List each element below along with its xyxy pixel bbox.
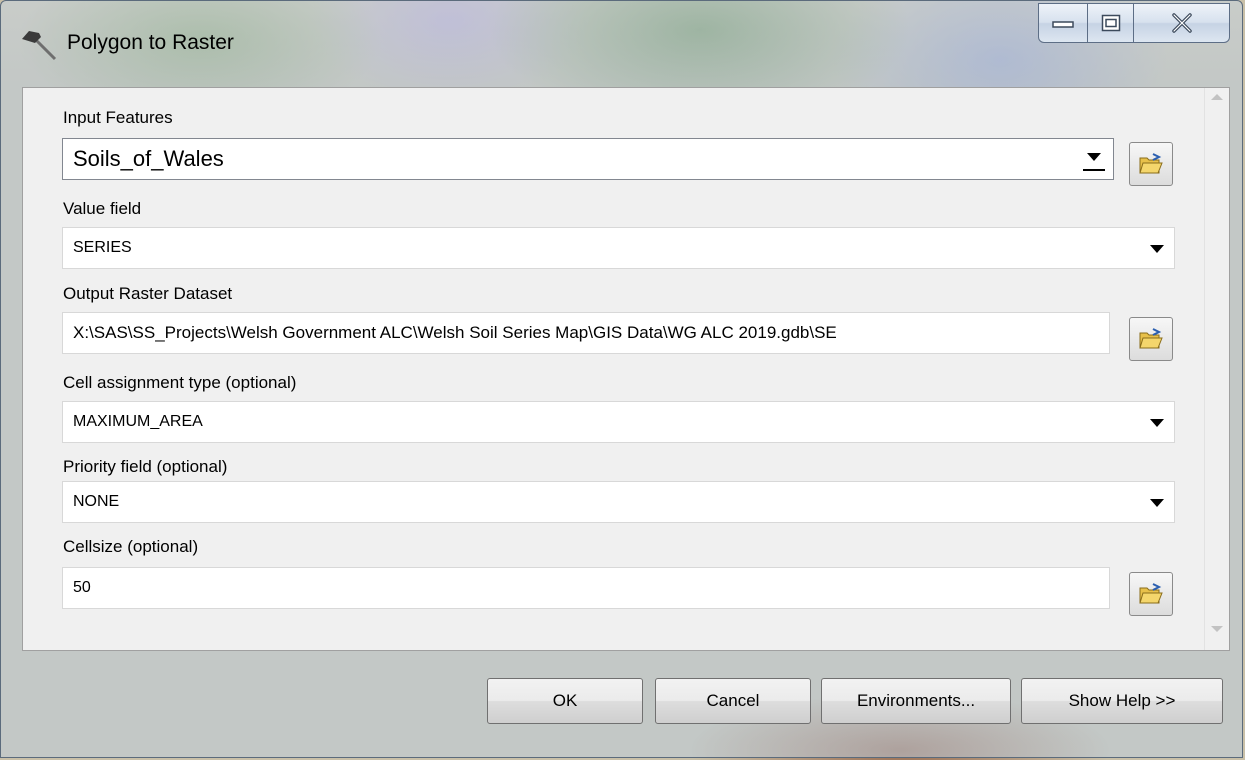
input-features-label: Input Features bbox=[63, 108, 173, 127]
chevron-down-icon bbox=[1150, 245, 1164, 253]
minimize-icon bbox=[1052, 21, 1074, 28]
scroll-up-icon[interactable] bbox=[1211, 94, 1223, 100]
chevron-down-icon bbox=[1150, 499, 1164, 507]
input-features-value: Soils_of_Wales bbox=[73, 146, 224, 171]
cell-assignment-label: Cell assignment type (optional) bbox=[63, 373, 297, 392]
cell-assignment-value: MAXIMUM_AREA bbox=[73, 413, 203, 430]
dialog-footer: OK Cancel Environments... Show Help >> bbox=[22, 651, 1230, 746]
ok-button[interactable]: OK bbox=[487, 678, 643, 724]
priority-field-label: Priority field (optional) bbox=[63, 457, 228, 476]
title-bar[interactable]: Polygon to Raster bbox=[1, 1, 1242, 87]
hammer-icon bbox=[19, 27, 59, 61]
maximize-button[interactable] bbox=[1088, 3, 1134, 43]
cancel-button[interactable]: Cancel bbox=[655, 678, 811, 724]
cellsize-browse-button[interactable] bbox=[1129, 572, 1173, 616]
value-field-label: Value field bbox=[63, 199, 142, 218]
value-field-value: SERIES bbox=[73, 239, 132, 256]
chevron-down-icon bbox=[1150, 419, 1164, 427]
output-raster-input[interactable]: X:\SAS\SS_Projects\Welsh Government ALC\… bbox=[62, 312, 1110, 354]
open-folder-icon bbox=[1139, 153, 1163, 174]
minimize-button[interactable] bbox=[1038, 3, 1088, 43]
maximize-icon bbox=[1101, 14, 1120, 32]
cell-assignment-dropdown[interactable]: MAXIMUM_AREA bbox=[62, 401, 1175, 443]
output-raster-browse-button[interactable] bbox=[1129, 317, 1173, 361]
open-folder-icon bbox=[1139, 583, 1163, 604]
tool-dialog-window: Polygon to Raster Input Features Soils_o… bbox=[0, 0, 1243, 758]
input-features-dropdown-button[interactable] bbox=[1083, 151, 1105, 171]
priority-field-value: NONE bbox=[73, 493, 120, 510]
scroll-down-icon[interactable] bbox=[1211, 626, 1223, 632]
cellsize-input[interactable]: 50 bbox=[62, 567, 1110, 609]
cellsize-value: 50 bbox=[73, 579, 91, 596]
parameters-panel: Input Features Soils_of_Wales Value fiel… bbox=[22, 87, 1230, 651]
priority-field-dropdown[interactable]: NONE bbox=[62, 481, 1175, 523]
open-folder-icon bbox=[1139, 328, 1163, 349]
input-features-combobox[interactable]: Soils_of_Wales bbox=[62, 138, 1114, 180]
close-icon bbox=[1171, 13, 1192, 33]
input-features-browse-button[interactable] bbox=[1129, 142, 1173, 186]
chevron-down-icon bbox=[1087, 153, 1101, 161]
caption-buttons bbox=[1038, 3, 1230, 43]
output-raster-value: X:\SAS\SS_Projects\Welsh Government ALC\… bbox=[73, 323, 837, 342]
environments-button[interactable]: Environments... bbox=[821, 678, 1011, 724]
window-title: Polygon to Raster bbox=[67, 31, 234, 54]
vertical-scrollbar[interactable] bbox=[1204, 88, 1229, 650]
cellsize-label: Cellsize (optional) bbox=[63, 537, 199, 556]
show-help-button[interactable]: Show Help >> bbox=[1021, 678, 1223, 724]
close-button[interactable] bbox=[1134, 3, 1230, 43]
output-raster-label: Output Raster Dataset bbox=[63, 284, 233, 303]
value-field-dropdown[interactable]: SERIES bbox=[62, 227, 1175, 269]
